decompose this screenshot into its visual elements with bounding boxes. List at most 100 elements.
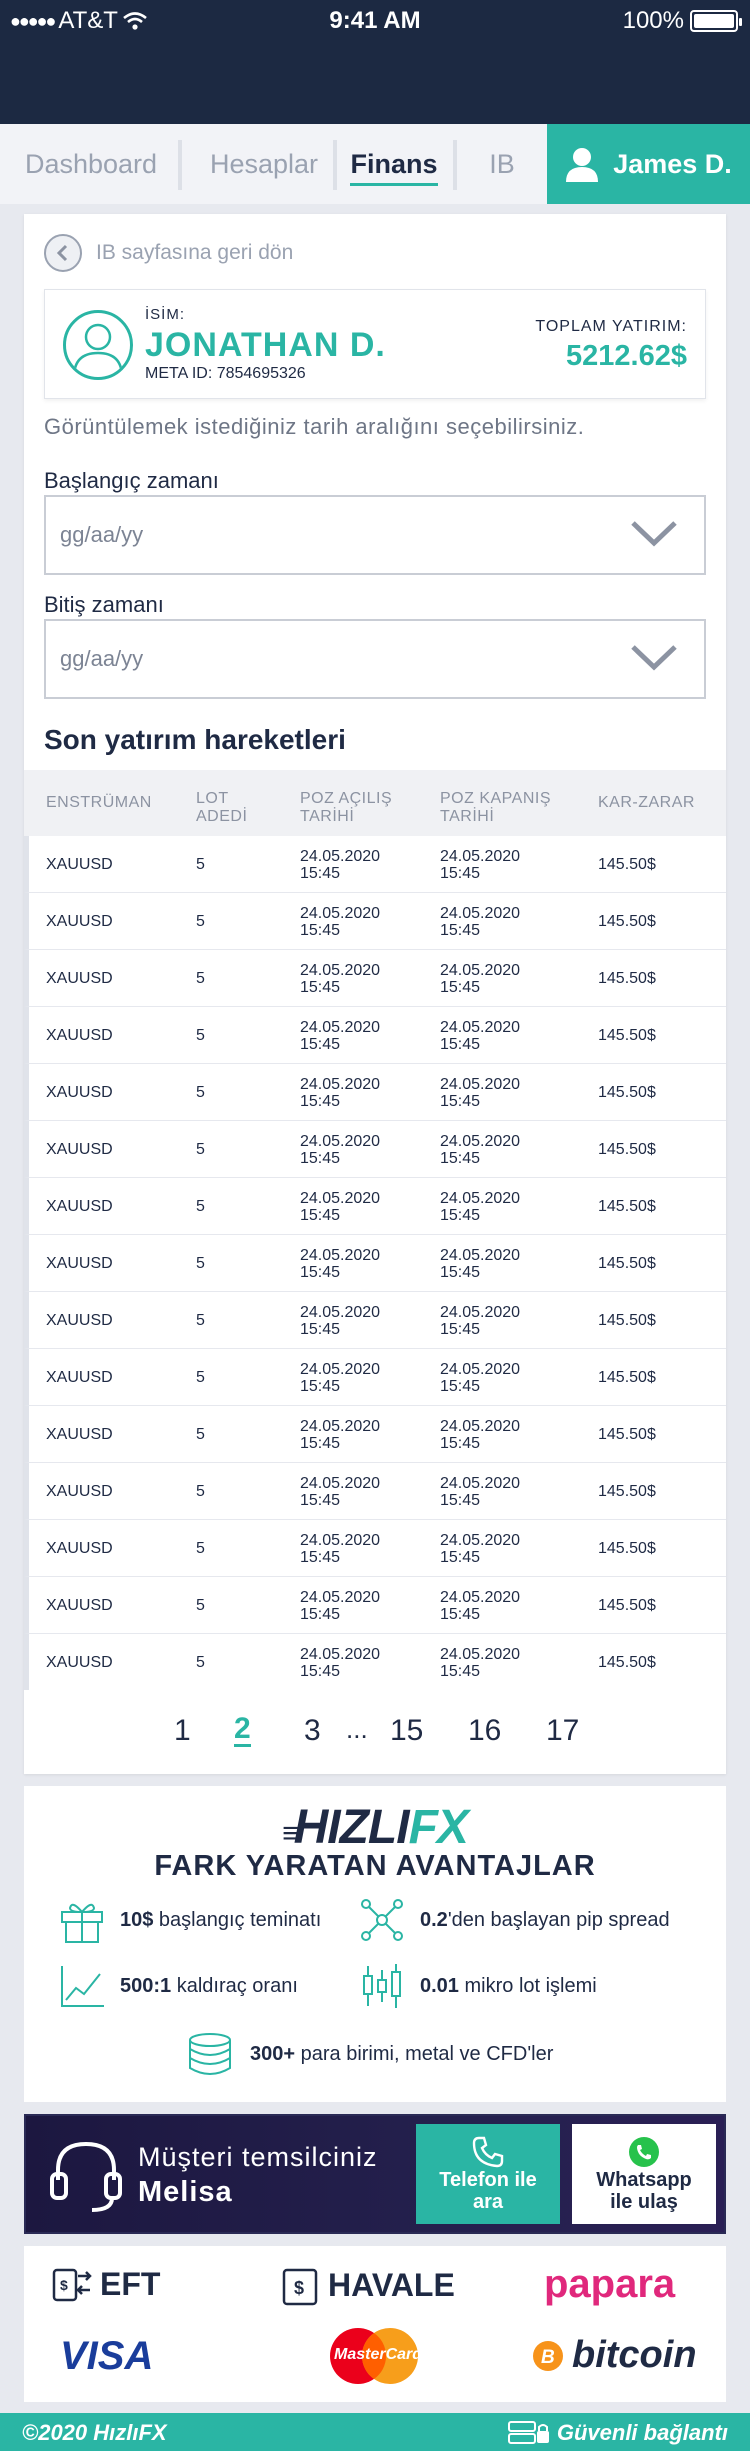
cell-close-time: 15:45: [440, 1092, 481, 1110]
cell-open-time: 15:45: [300, 1092, 341, 1110]
logo-accent: FX: [408, 1801, 469, 1854]
page-1[interactable]: 1: [174, 1714, 191, 1748]
table-row: XAUUSD 5 24.05.2020 15:45 24.05.2020 15:45 145…: [24, 1520, 726, 1577]
col-close-date: POZ KAPANIŞ TARİHİ: [440, 790, 551, 826]
table-row: XAUUSD 5 24.05.2020 15:45 24.05.2020 15:45 145…: [24, 1577, 726, 1634]
cell-close-date: 24.05.2020 15:45: [440, 1292, 520, 1349]
eft-label: EFT: [100, 2265, 161, 2302]
representative-name: Melisa: [138, 2176, 233, 2208]
cell-open-date: 24.05.2020 15:45: [300, 1634, 380, 1691]
cell-lot: 5: [196, 1482, 205, 1500]
cell-instrument: XAUUSD: [46, 1368, 113, 1386]
table-row: XAUUSD 5 24.05.2020 15:45 24.05.2020 15:45 145…: [24, 1121, 726, 1178]
whatsapp-button[interactable]: Whatsapp ile ulaş: [572, 2124, 716, 2224]
cell-open-day: 24.05.2020: [300, 1360, 381, 1378]
tab-dashboard[interactable]: Dashboard: [18, 124, 164, 204]
tab-finans[interactable]: Finans: [344, 124, 444, 204]
cell-open-day: 24.05.2020: [300, 847, 381, 865]
total-investment-label: TOPLAM YATIRIM:: [535, 318, 687, 335]
col-open-line1: POZ AÇILIŞ: [300, 790, 393, 807]
cell-open-time: 15:45: [300, 1434, 341, 1452]
tab-divider: [333, 140, 337, 190]
havale-label: HAVALE: [328, 2266, 455, 2303]
cell-close-time: 15:45: [440, 1491, 481, 1509]
recent-transactions-title: Son yatırım hareketleri: [44, 724, 346, 755]
cell-open-date: 24.05.2020 15:45: [300, 1064, 380, 1121]
cell-close-day: 24.05.2020: [440, 1018, 521, 1036]
cell-instrument: XAUUSD: [46, 855, 113, 873]
tab-divider: [453, 140, 457, 190]
col-lot-line2: ADEDİ: [196, 808, 248, 825]
papara-label: papara: [544, 2262, 676, 2306]
cell-open-date: 24.05.2020 15:45: [300, 1463, 380, 1520]
cell-open-date: 24.05.2020 15:45: [300, 1235, 380, 1292]
total-investment-value: 5212.62$: [566, 340, 687, 372]
back-link-label: IB sayfasına geri dön: [96, 241, 294, 264]
feature-microlot-value: 0.01: [420, 1974, 459, 1997]
cell-close-date: 24.05.2020 15:45: [440, 1520, 520, 1577]
cell-close-day: 24.05.2020: [440, 1303, 521, 1321]
cell-close-time: 15:45: [440, 1263, 481, 1281]
cell-lot: 5: [196, 1254, 205, 1272]
end-date-select[interactable]: gg/aa/yy: [44, 619, 706, 699]
cell-close-date: 24.05.2020 15:45: [440, 1121, 520, 1178]
user-menu[interactable]: James D.: [547, 124, 750, 204]
papara-logo: papara: [544, 2262, 675, 2307]
secure-connection-label: Güvenli bağlantı: [556, 2420, 728, 2445]
col-lot: LOT ADEDİ: [196, 790, 247, 826]
advantages-title: FARK YARATAN AVANTAJLAR: [154, 1850, 596, 1882]
cell-open-date: 24.05.2020 15:45: [300, 1406, 380, 1463]
cell-close-date: 24.05.2020 15:45: [440, 1463, 520, 1520]
cell-instrument: XAUUSD: [46, 1425, 113, 1443]
page-15[interactable]: 15: [390, 1714, 423, 1748]
cell-pnl: 145.50$: [598, 1368, 656, 1386]
back-arrow-icon: [44, 234, 82, 272]
date-range-hint: Görüntülemek istediğiniz tarih aralığını…: [44, 414, 585, 439]
cell-open-date: 24.05.2020 15:45: [300, 1121, 380, 1178]
cell-close-date: 24.05.2020 15:45: [440, 1406, 520, 1463]
table-row: XAUUSD 5 24.05.2020 15:45 24.05.2020 15:45 145…: [24, 1292, 726, 1349]
whatsapp-button-line2: ile ulaş: [610, 2191, 678, 2213]
cell-close-time: 15:45: [440, 978, 481, 996]
cell-close-time: 15:45: [440, 1035, 481, 1053]
feature-instruments-text: para birimi, metal ve CFD'ler: [295, 2042, 554, 2065]
cell-close-day: 24.05.2020: [440, 1246, 521, 1264]
header-band: [0, 42, 750, 124]
cell-open-time: 15:45: [300, 978, 341, 996]
cell-instrument: XAUUSD: [46, 1653, 113, 1671]
cell-open-day: 24.05.2020: [300, 1189, 381, 1207]
copyright: ©2020 HızlıFX: [22, 2420, 167, 2445]
end-date-placeholder: gg/aa/yy: [60, 646, 144, 671]
feature-spread-value: 0.2: [420, 1908, 448, 1931]
cell-open-day: 24.05.2020: [300, 1303, 381, 1321]
visa-logo: VISA: [60, 2334, 153, 2379]
page-16[interactable]: 16: [468, 1714, 501, 1748]
cell-pnl: 145.50$: [598, 1254, 656, 1272]
investor-name: JONATHAN D.: [145, 326, 386, 364]
feature-leverage-text: kaldıraç oranı: [171, 1974, 298, 1997]
cell-close-day: 24.05.2020: [440, 1360, 521, 1378]
bank-icon: $: [282, 2268, 318, 2306]
tab-ib[interactable]: IB: [472, 124, 532, 204]
cell-close-date: 24.05.2020 15:45: [440, 1064, 520, 1121]
page-3[interactable]: 3: [304, 1714, 321, 1748]
cell-open-day: 24.05.2020: [300, 1132, 381, 1150]
back-link[interactable]: IB sayfasına geri dön: [44, 234, 293, 272]
feature-leverage: 500:1 kaldıraç oranı: [58, 1962, 298, 2010]
start-date-select[interactable]: gg/aa/yy: [44, 495, 706, 575]
call-button[interactable]: Telefon ile ara: [416, 2124, 560, 2224]
payment-methods: $ EFT $ HAVALE papara VISA MasterCard B …: [24, 2246, 726, 2402]
cell-open-time: 15:45: [300, 1263, 341, 1281]
cell-open-time: 15:45: [300, 1320, 341, 1338]
tab-hesaplar[interactable]: Hesaplar: [194, 124, 334, 204]
mastercard-logo: MasterCard: [326, 2326, 422, 2386]
user-name: James D.: [613, 148, 732, 179]
cell-open-date: 24.05.2020 15:45: [300, 1007, 380, 1064]
page-17[interactable]: 17: [546, 1714, 579, 1748]
feature-microlot: 0.01 mikro lot işlemi: [358, 1962, 597, 2010]
cell-pnl: 145.50$: [598, 969, 656, 987]
cell-lot: 5: [196, 855, 205, 873]
page-2-current[interactable]: 2: [234, 1714, 251, 1747]
mastercard-label: MasterCard: [334, 2346, 423, 2363]
table-row: XAUUSD 5 24.05.2020 15:45 24.05.2020 15:45 145…: [24, 1406, 726, 1463]
